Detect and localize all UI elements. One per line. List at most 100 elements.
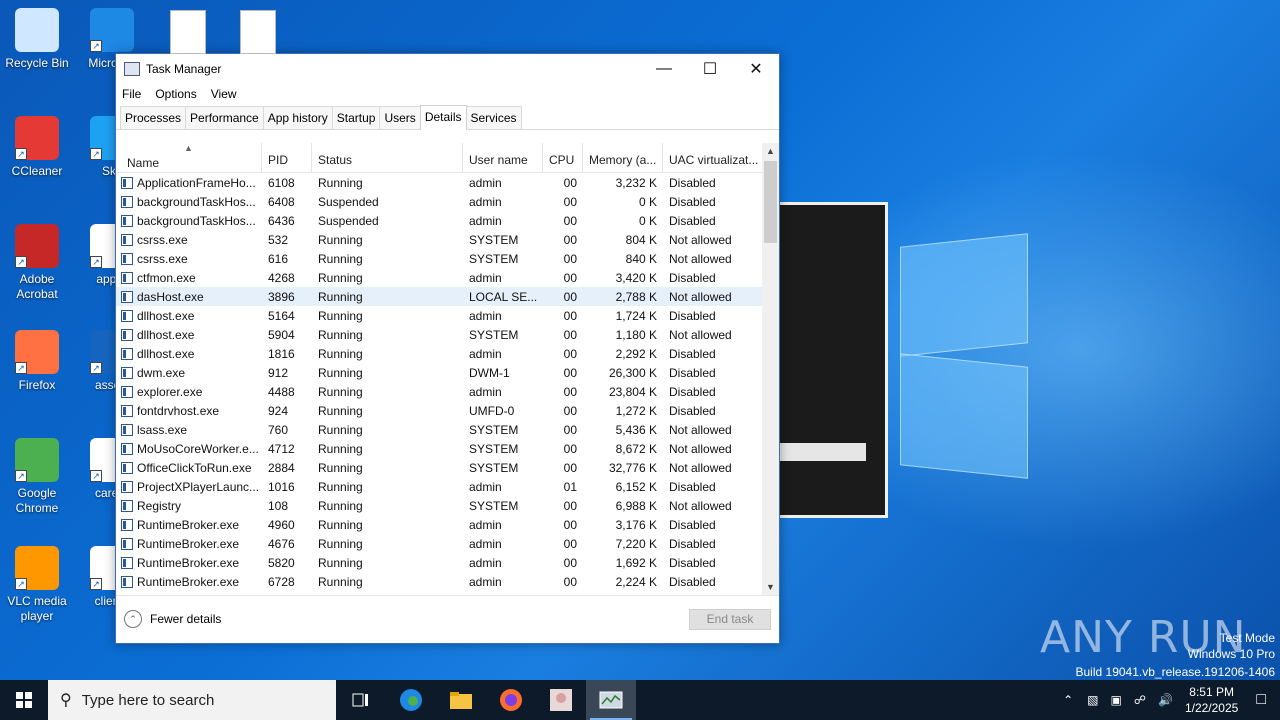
col-uac[interactable]: UAC virtualizat... [663, 143, 763, 172]
status-cell: Suspended [318, 194, 379, 209]
uac-cell: Disabled [669, 194, 716, 209]
table-row[interactable]: csrss.exe 616 Running SYSTEM 00 840 K Not allo… [116, 249, 779, 268]
firefox-icon[interactable] [486, 680, 536, 720]
fewer-details-button[interactable]: ⌃ Fewer details [124, 610, 221, 628]
uac-cell: Disabled [669, 479, 716, 494]
scroll-up-icon[interactable]: ▲ [762, 143, 779, 160]
table-row[interactable]: backgroundTaskHos... 6436 Suspended admin 00… [116, 211, 779, 230]
recycle-bin-icon [15, 8, 59, 52]
process-icon [121, 328, 133, 341]
user-cell: admin [469, 346, 502, 361]
desktop-icon[interactable]: ↗ Adobe Acrobat [0, 224, 74, 302]
menu-options[interactable]: Options [155, 87, 196, 101]
table-row[interactable]: RuntimeBroker.exe 4960 Running admin 00 3,176… [116, 515, 779, 534]
desktop-icon[interactable]: ↗ VLC media player [0, 546, 74, 624]
desktop-icon[interactable]: Recycle Bin [0, 8, 74, 71]
scroll-thumb[interactable] [764, 161, 777, 243]
table-row[interactable]: dllhost.exe 1816 Running admin 00 2,292 K Disa… [116, 344, 779, 363]
background-window[interactable] [780, 202, 888, 518]
memory-cell: 0 K [638, 194, 657, 209]
status-cell: Running [318, 346, 363, 361]
app-icon[interactable] [536, 680, 586, 720]
word-icon[interactable] [240, 10, 276, 54]
tab-users[interactable]: Users [379, 106, 421, 129]
file-icon[interactable] [170, 10, 206, 54]
tablet-icon[interactable]: ▧ [1087, 693, 1098, 707]
table-row[interactable]: MoUsoCoreWorker.e... 4712 Running SYSTEM 00 8… [116, 439, 779, 458]
meet-icon[interactable]: ▣ [1110, 693, 1121, 707]
task-manager-taskbar-icon[interactable] [586, 680, 636, 720]
table-row[interactable]: dasHost.exe 3896 Running LOCAL SE... 00 2,788… [116, 287, 779, 306]
file-explorer-icon[interactable] [436, 680, 486, 720]
desktop-icon[interactable]: ↗ CCleaner [0, 116, 74, 179]
table-row[interactable]: RuntimeBroker.exe 4676 Running admin 00 7,220… [116, 534, 779, 553]
chevron-up-icon[interactable]: ⌃ [1063, 693, 1073, 707]
table-row[interactable]: dllhost.exe 5904 Running SYSTEM 00 1,180 K Not… [116, 325, 779, 344]
table-row[interactable]: Registry 108 Running SYSTEM 00 6,988 K Not all… [116, 496, 779, 515]
process-name-text: RuntimeBroker.exe [137, 555, 240, 570]
table-row[interactable]: backgroundTaskHos... 6408 Suspended admin 00… [116, 192, 779, 211]
process-name: Registry [116, 499, 262, 513]
ccleaner-icon: ↗ [15, 116, 59, 160]
col-user[interactable]: User name [463, 143, 543, 172]
tab-details[interactable]: Details [419, 105, 467, 130]
table-row[interactable]: ProjectXPlayerLaunc... 1016 Running admin 01… [116, 477, 779, 496]
user-cell: LOCAL SE... [469, 289, 538, 304]
table-row[interactable]: ApplicationFrameHo... 6108 Running admin 00 3… [116, 173, 779, 192]
process-name: dllhost.exe [116, 328, 262, 342]
tab-startup[interactable]: Startup [331, 106, 381, 129]
vertical-scrollbar[interactable]: ▲ ▼ [762, 143, 779, 596]
menu-file[interactable]: File [122, 87, 141, 101]
table-row[interactable]: dllhost.exe 5164 Running admin 00 1,724 K Disa… [116, 306, 779, 325]
desktop-icon[interactable]: ↗ Google Chrome [0, 438, 74, 516]
table-row[interactable]: fontdrvhost.exe 924 Running UMFD-0 00 1,272 K… [116, 401, 779, 420]
process-icon [121, 271, 133, 284]
edge-icon[interactable] [386, 680, 436, 720]
end-task-button[interactable]: End task [689, 609, 771, 630]
col-pid[interactable]: PID [262, 143, 312, 172]
title-bar[interactable]: Task Manager — ☐ ✕ [116, 54, 779, 84]
memory-cell: 23,804 K [608, 384, 657, 399]
col-memory[interactable]: Memory (a... [583, 143, 663, 172]
search-box[interactable]: ⚲ Type here to search [48, 680, 336, 720]
col-status[interactable]: Status [312, 143, 463, 172]
search-placeholder: Type here to search [81, 691, 215, 709]
shortcut-arrow-icon: ↗ [15, 256, 27, 268]
start-button[interactable] [0, 680, 48, 720]
tab-processes[interactable]: Processes [120, 106, 187, 129]
close-button[interactable]: ✕ [733, 54, 779, 84]
clock-time: 8:51 PM [1189, 685, 1234, 699]
maximize-button[interactable]: ☐ [687, 54, 733, 84]
menu-view[interactable]: View [211, 87, 237, 101]
memory-cell: 6,988 K [615, 498, 657, 513]
task-view-icon[interactable] [336, 680, 386, 720]
table-row[interactable]: RuntimeBroker.exe 6728 Running admin 00 2,224… [116, 572, 779, 591]
scroll-down-icon[interactable]: ▼ [762, 579, 779, 596]
table-row[interactable]: ctfmon.exe 4268 Running admin 00 3,420 K Disab… [116, 268, 779, 287]
tab-services[interactable]: Services [465, 106, 522, 129]
pid-cell: 108 [268, 498, 289, 513]
process-name-text: ApplicationFrameHo... [137, 175, 256, 190]
table-row[interactable]: OfficeClickToRun.exe 2884 Running SYSTEM 00 3… [116, 458, 779, 477]
process-name-text: dllhost.exe [137, 346, 195, 361]
uac-cell: Not allowed [669, 460, 732, 475]
table-row[interactable]: csrss.exe 532 Running SYSTEM 00 804 K Not allo… [116, 230, 779, 249]
desktop-icon[interactable]: ↗ Firefox [0, 330, 74, 393]
table-row[interactable]: dwm.exe 912 Running DWM-1 00 26,300 K Disabled [116, 363, 779, 382]
minimize-button[interactable]: — [641, 54, 687, 84]
table-row[interactable]: RuntimeBroker.exe 5820 Running admin 00 1,692… [116, 553, 779, 572]
process-name: ctfmon.exe [116, 271, 262, 285]
volume-icon[interactable]: 🔊 [1158, 693, 1173, 707]
tab-performance[interactable]: Performance [185, 106, 264, 129]
clock[interactable]: 8:51 PM 1/22/2025 [1185, 684, 1238, 716]
pid-cell: 6436 [268, 213, 295, 228]
process-name-text: dasHost.exe [137, 289, 204, 304]
col-cpu[interactable]: CPU [543, 143, 583, 172]
tab-app-history[interactable]: App history [262, 106, 333, 129]
table-row[interactable]: lsass.exe 760 Running SYSTEM 00 5,436 K Not al… [116, 420, 779, 439]
cpu-cell: 00 [563, 251, 577, 266]
cpu-cell: 00 [563, 441, 577, 456]
table-row[interactable]: explorer.exe 4488 Running admin 00 23,804 K Di… [116, 382, 779, 401]
notification-icon[interactable]: □ [1256, 691, 1266, 709]
network-icon[interactable]: ☍ [1134, 693, 1146, 707]
